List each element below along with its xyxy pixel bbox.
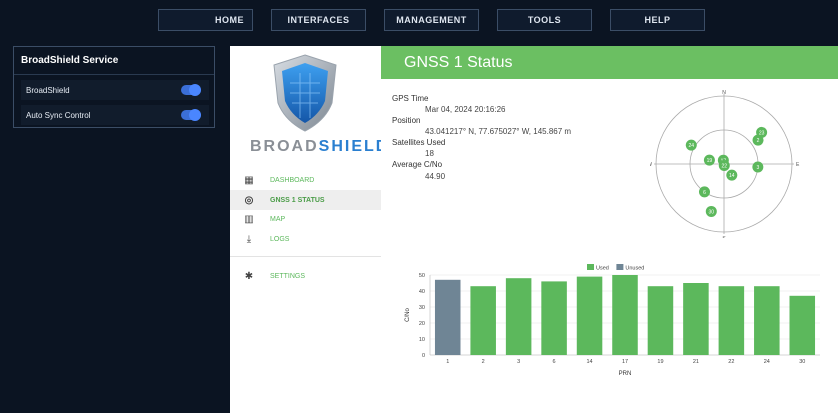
- chart-x-tick: 21: [693, 359, 699, 365]
- legend-label: Unused: [625, 266, 644, 272]
- download-icon: ⤓: [246, 233, 252, 245]
- chart-bars: [434, 275, 816, 355]
- broadshield-toggle[interactable]: [181, 84, 201, 96]
- chart-x-tick: 2: [482, 359, 485, 365]
- target-icon: ◎: [244, 194, 254, 206]
- auto-sync-label: Auto Sync Control: [26, 110, 91, 120]
- nav-help-button[interactable]: HELP: [610, 9, 705, 31]
- toggle-knob: [189, 109, 201, 121]
- chart-x-tick: 1: [446, 359, 449, 365]
- chart-bar: [612, 275, 638, 355]
- chart-y-tick: 50: [419, 273, 425, 279]
- menu-logs-label: LOGS: [270, 235, 290, 243]
- auto-sync-row: Auto Sync Control: [21, 105, 209, 125]
- logo-wordmark: BROADSHIELD: [250, 138, 389, 156]
- menu-map-label: MAP: [270, 215, 286, 223]
- chart-x-tick: 19: [657, 359, 663, 365]
- menu-divider: [230, 256, 381, 257]
- position-label: Position: [392, 116, 421, 125]
- nav-interfaces-button[interactable]: INTERFACES: [271, 9, 366, 31]
- chart-x-axis-label: PRN: [619, 371, 632, 377]
- menu-dashboard[interactable]: ▦ DASHBOARD: [230, 170, 381, 190]
- satellite-prn-label: 19: [707, 158, 713, 164]
- nav-home-button[interactable]: HOME: [158, 9, 253, 31]
- chart-bar: [754, 286, 780, 355]
- satellite-prn-label: 30: [709, 209, 715, 215]
- chart-legend: Used Unused: [587, 264, 644, 272]
- menu-settings-label: SETTINGS: [270, 272, 306, 280]
- chart-bar: [470, 286, 496, 355]
- position-value: 43.041217° N, 77.675027° W, 145.867 m: [425, 127, 572, 136]
- chart-x-tick: 30: [799, 359, 805, 365]
- chart-x-tick: 3: [517, 359, 520, 365]
- menu-map[interactable]: ▥ MAP: [230, 209, 381, 229]
- chart-bar: [505, 278, 532, 355]
- cno-bar-chart: Used Unused 1 2 3 6 14 17 19 21 22 24 30 0 10 20 30 40 5…: [405, 264, 820, 377]
- logo-broad: BROAD: [250, 138, 319, 155]
- satellite-prn-label: 24: [689, 143, 695, 149]
- skyplot-south-label: S: [722, 236, 726, 238]
- broadshield-row: BroadShield: [21, 80, 209, 100]
- skyplot-north-label: N: [722, 90, 726, 96]
- broadshield-label: BroadShield: [26, 85, 70, 95]
- chart-x-tick: 24: [764, 359, 770, 365]
- top-nav: HOME INTERFACES MANAGEMENT TOOLS HELP: [0, 0, 838, 40]
- chart-bar: [647, 286, 674, 355]
- gps-time-label: GPS Time: [392, 94, 429, 103]
- gear-icon: ✱: [244, 270, 254, 282]
- chart-x-tick: 14: [586, 359, 592, 365]
- nav-tools-button[interactable]: TOOLS: [497, 9, 592, 31]
- chart-bar: [683, 283, 709, 355]
- menu-dashboard-label: DASHBOARD: [270, 176, 315, 184]
- chart-x-tick: 6: [553, 359, 556, 365]
- menu-gnss-status[interactable]: ◎ GNSS 1 STATUS: [230, 190, 381, 210]
- page-title: GNSS 1 Status: [404, 54, 513, 71]
- satellites-used-value: 18: [425, 149, 434, 158]
- chart-y-axis-label: C/No: [405, 308, 411, 322]
- chart-y-ticks: 0 10 20 30 40 50: [419, 273, 425, 359]
- average-cno-value: 44.90: [425, 172, 446, 181]
- legend-swatch: [587, 264, 594, 270]
- skyplot-west-label: W: [650, 162, 652, 168]
- satellites-used-label: Satellites Used: [392, 138, 446, 147]
- chart-bar: [789, 295, 816, 355]
- broadshield-logo-icon: [273, 54, 337, 132]
- chart-x-tick: 17: [622, 359, 628, 365]
- chart-bar: [541, 281, 567, 355]
- satellite-prn-label: 3: [756, 165, 759, 171]
- satellite-prn-label: 14: [729, 173, 735, 179]
- chart-bar: [718, 286, 745, 355]
- legend-label: Used: [596, 266, 609, 272]
- menu-settings[interactable]: ✱ SETTINGS: [230, 266, 381, 286]
- chart-y-tick: 30: [419, 305, 425, 311]
- chart-bar: [576, 276, 603, 355]
- satellites-layer: 24232191722314630: [685, 126, 768, 217]
- toggle-knob: [189, 84, 201, 96]
- dashboard-icon: ▦: [244, 174, 254, 186]
- chart-y-tick: 40: [419, 289, 425, 295]
- chart-bar: [434, 279, 461, 355]
- chart-x-tick: 22: [728, 359, 734, 365]
- satellite-prn-label: 2: [757, 138, 760, 144]
- chart-y-tick: 10: [419, 337, 425, 343]
- chart-y-tick: 20: [419, 321, 425, 327]
- gps-time-value: Mar 04, 2024 20:16:26: [425, 105, 506, 114]
- nav-management-button[interactable]: MANAGEMENT: [384, 9, 479, 31]
- menu-logs[interactable]: ⤓ LOGS: [230, 229, 381, 249]
- skyplot-east-label: E: [796, 162, 800, 168]
- map-icon: ▥: [244, 213, 254, 225]
- logo-shield: SHIELD: [318, 138, 390, 155]
- average-cno-label: Average C/No: [392, 160, 443, 169]
- service-panel: BroadShield Service BroadShield Auto Syn…: [13, 46, 215, 128]
- chart-y-tick: 0: [422, 353, 425, 359]
- legend-swatch: [616, 264, 624, 270]
- service-panel-title: BroadShield Service: [14, 47, 214, 75]
- chart-x-ticks: 1 2 3 6 14 17 19 21 22 24 30: [446, 359, 805, 365]
- menu-gnss-status-label: GNSS 1 STATUS: [270, 196, 325, 204]
- auto-sync-toggle[interactable]: [181, 109, 201, 121]
- satellite-prn-label: 6: [703, 190, 706, 196]
- satellite-prn-label: 22: [721, 163, 727, 169]
- sky-plot: N E S W 24232191722314630: [650, 90, 800, 238]
